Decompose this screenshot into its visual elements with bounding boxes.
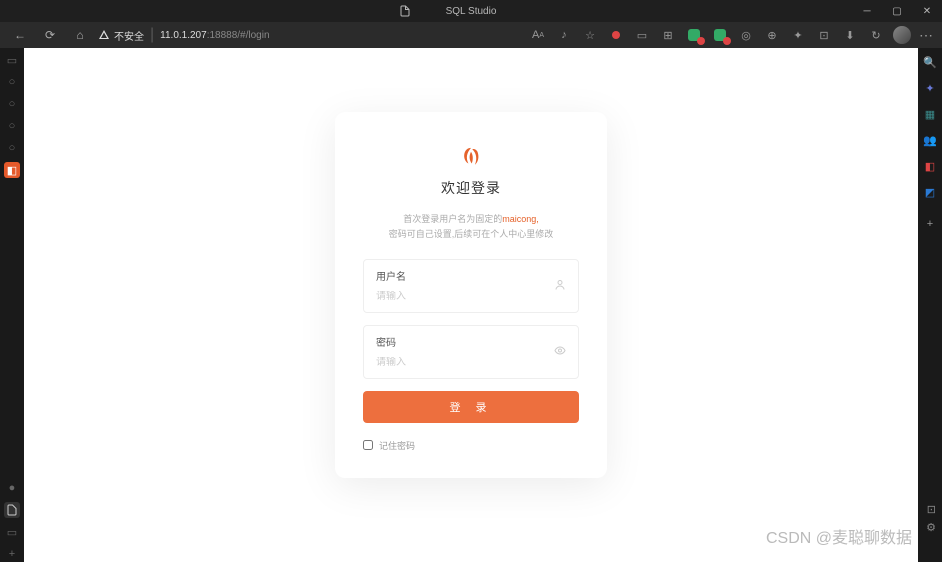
hint-text-2: 密码可自己设置,后续可在个人中心里修改 xyxy=(389,229,554,239)
refresh-button[interactable]: ⟳ xyxy=(38,23,62,47)
window-controls: ─ ▢ ✕ xyxy=(852,0,942,22)
user-icon xyxy=(554,278,566,293)
extensions-icon[interactable]: ⊕ xyxy=(763,26,781,44)
login-card: 欢迎登录 首次登录用户名为固定的maicong, 密码可自己设置,后续可在个人中… xyxy=(335,112,607,478)
favorite-icon[interactable]: ☆ xyxy=(581,26,599,44)
close-button[interactable]: ✕ xyxy=(912,0,942,22)
history-icon[interactable]: ↻ xyxy=(867,26,885,44)
ext2-icon[interactable] xyxy=(711,26,729,44)
cast-icon[interactable]: ▭ xyxy=(633,26,651,44)
ext1-icon[interactable] xyxy=(685,26,703,44)
sidebar-item-3[interactable]: ○ xyxy=(4,96,20,112)
back-button[interactable]: ← xyxy=(8,23,32,47)
username-input[interactable] xyxy=(376,291,566,302)
sidebar-tab-current[interactable] xyxy=(4,502,20,518)
security-indicator[interactable]: 不安全 xyxy=(98,28,144,43)
hint-text-1: 首次登录用户名为固定的 xyxy=(403,214,502,224)
browser-toolbar: AA ♪ ☆ ▭ ⊞ ◎ ⊕ ✦ ⊡ ⬇ ↻ ⋯ xyxy=(529,26,934,44)
home-button[interactable]: ⌂ xyxy=(68,23,92,47)
page-content: 欢迎登录 首次登录用户名为固定的maicong, 密码可自己设置,后续可在个人中… xyxy=(24,48,918,562)
watermark: CSDN @麦聪聊数据 xyxy=(766,524,912,548)
remember-label: 记住密码 xyxy=(379,439,415,452)
url-host: 11.0.1.207 xyxy=(160,30,207,41)
add-panel-icon[interactable]: + xyxy=(922,216,938,232)
sidebar-item-5[interactable]: ○ xyxy=(4,140,20,156)
office-icon[interactable]: ◧ xyxy=(922,158,938,174)
sidebar-item-4[interactable]: ○ xyxy=(4,118,20,134)
puzzle-icon[interactable]: ✦ xyxy=(922,80,938,96)
sidebar-item-1[interactable]: ▭ xyxy=(4,52,20,68)
record-icon[interactable] xyxy=(607,26,625,44)
sidebar-profile-icon[interactable]: ● xyxy=(4,480,20,496)
welcome-title: 欢迎登录 xyxy=(363,178,579,198)
minimize-button[interactable]: ─ xyxy=(852,0,882,22)
shield-icon[interactable]: ◎ xyxy=(737,26,755,44)
document-icon xyxy=(6,504,18,516)
flame-logo-icon xyxy=(458,144,484,170)
sidebar-right: 🔍 ✦ ▦ 👥 ◧ ◩ + xyxy=(918,48,942,562)
sidebar-item-2[interactable]: ○ xyxy=(4,74,20,90)
sidebar-item-active[interactable]: ◧ xyxy=(4,162,20,178)
login-hint: 首次登录用户名为固定的maicong, 密码可自己设置,后续可在个人中心里修改 xyxy=(363,212,579,241)
screenshot-icon[interactable]: ⊡ xyxy=(815,26,833,44)
maximize-button[interactable]: ▢ xyxy=(882,0,912,22)
sidebar-add-tab[interactable]: + xyxy=(4,546,20,562)
login-button[interactable]: 登 录 xyxy=(363,391,579,423)
username-field-wrapper: 用户名 xyxy=(363,259,579,313)
collections-icon[interactable]: ⊞ xyxy=(659,26,677,44)
warning-icon xyxy=(98,29,110,41)
briefcase-icon[interactable]: ▦ xyxy=(922,106,938,122)
password-field-wrapper: 密码 xyxy=(363,325,579,379)
expand-sidebar-icon[interactable]: ⊡ xyxy=(927,503,936,516)
url-display[interactable]: 11.0.1.207:18888/#/login xyxy=(160,30,523,41)
window-titlebar: SQL Studio ─ ▢ ✕ xyxy=(0,0,942,22)
read-aloud-icon[interactable]: ♪ xyxy=(555,26,573,44)
settings-icon[interactable]: ⚙ xyxy=(926,521,936,534)
search-icon[interactable]: 🔍 xyxy=(922,54,938,70)
security-label: 不安全 xyxy=(114,28,144,43)
url-path: :18888/#/login xyxy=(207,30,270,41)
username-label: 用户名 xyxy=(376,268,566,283)
favorites-bar-icon[interactable]: ✦ xyxy=(789,26,807,44)
sidebar-left: ▭ ○ ○ ○ ○ ◧ ● ▭ + xyxy=(0,48,24,562)
app-logo xyxy=(363,144,579,170)
page-icon xyxy=(399,5,411,17)
sidebar-tab-other[interactable]: ▭ xyxy=(4,524,20,540)
window-title: SQL Studio xyxy=(446,6,497,17)
browser-addressbar: ← ⟳ ⌂ 不安全 | 11.0.1.207:18888/#/login AA … xyxy=(0,22,942,48)
password-input[interactable] xyxy=(376,357,566,368)
remember-checkbox-wrapper[interactable]: 记住密码 xyxy=(363,439,579,452)
people-icon[interactable]: 👥 xyxy=(922,132,938,148)
text-size-icon[interactable]: AA xyxy=(529,26,547,44)
password-label: 密码 xyxy=(376,334,566,349)
remember-checkbox[interactable] xyxy=(363,440,373,450)
eye-icon[interactable] xyxy=(554,344,566,359)
outlook-icon[interactable]: ◩ xyxy=(922,184,938,200)
hint-accent: maicong, xyxy=(502,214,539,224)
profile-avatar[interactable] xyxy=(893,26,911,44)
downloads-icon[interactable]: ⬇ xyxy=(841,26,859,44)
more-menu-icon[interactable]: ⋯ xyxy=(919,27,934,44)
